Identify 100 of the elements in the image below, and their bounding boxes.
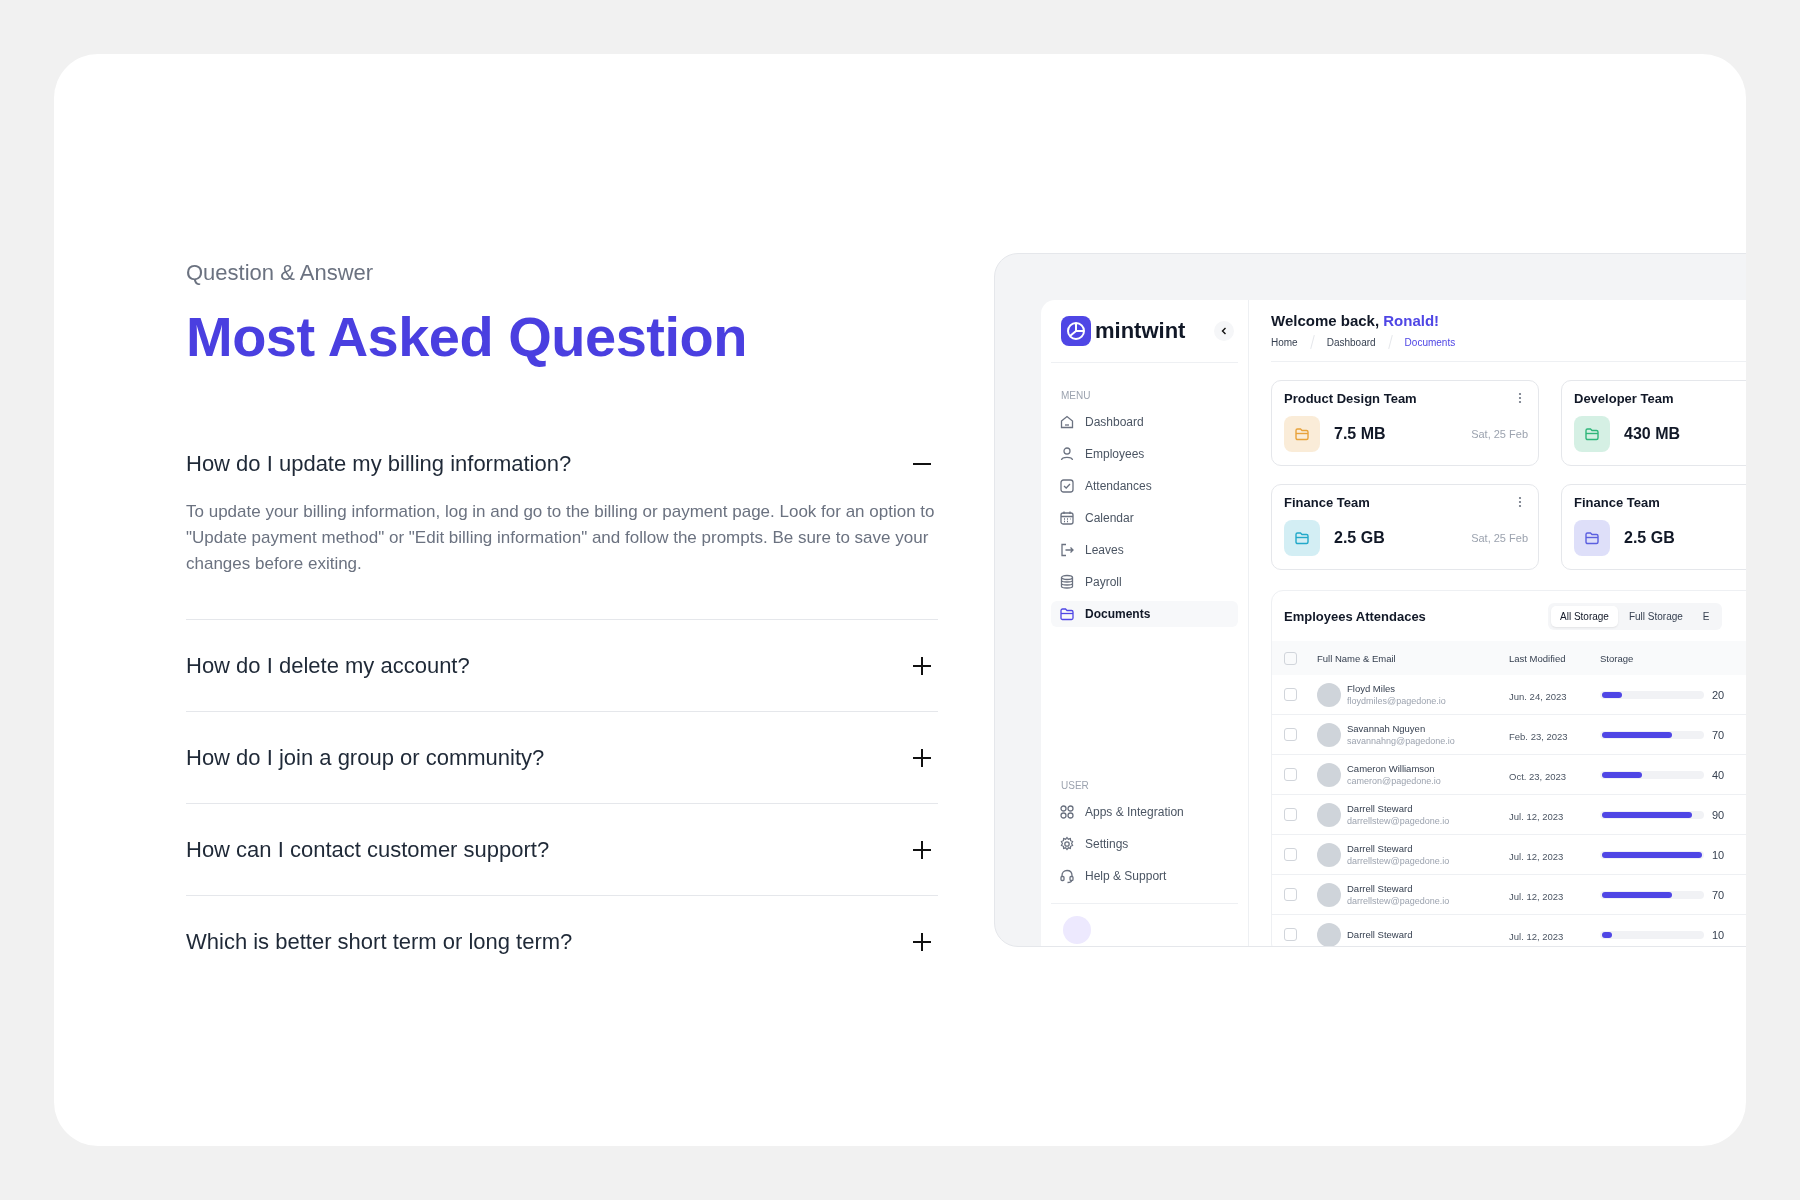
sidebar-item[interactable]: Payroll bbox=[1051, 569, 1238, 595]
row-checkbox[interactable] bbox=[1284, 848, 1297, 861]
plus-icon[interactable] bbox=[912, 656, 932, 676]
file-size: 2.5 GB bbox=[1334, 529, 1386, 547]
sidebar-item[interactable]: Leaves bbox=[1051, 537, 1238, 563]
breadcrumb-link[interactable]: Documents bbox=[1404, 336, 1456, 348]
modified-date: Jul. 12, 2023 bbox=[1509, 890, 1564, 902]
sidebar-item[interactable]: Apps & Integration bbox=[1051, 799, 1238, 825]
sidebar-item[interactable]: Employees bbox=[1051, 441, 1238, 467]
folder-card[interactable]: Finance Team 2.5 GB bbox=[1561, 484, 1746, 570]
employee-email: darrellstew@pagedone.io bbox=[1347, 816, 1450, 826]
file-size: 2.5 GB bbox=[1624, 529, 1676, 547]
storage-percent: 20 bbox=[1712, 688, 1725, 701]
select-all-checkbox[interactable] bbox=[1284, 651, 1297, 665]
breadcrumb-link[interactable]: Home bbox=[1271, 336, 1298, 348]
checkbox-icon bbox=[1059, 478, 1075, 494]
employee-email: cameron@pagedone.io bbox=[1347, 776, 1441, 786]
plus-icon[interactable] bbox=[912, 748, 932, 768]
row-checkbox[interactable] bbox=[1284, 888, 1297, 901]
card-date: Sat, 25 Feb bbox=[1471, 428, 1528, 440]
collapse-button[interactable] bbox=[1214, 321, 1234, 341]
card-date: Sat, 25 Feb bbox=[1471, 532, 1528, 544]
grid-icon bbox=[1059, 804, 1075, 820]
column-header: Last Modified bbox=[1509, 652, 1567, 664]
sidebar-item[interactable]: Help & Support bbox=[1051, 863, 1238, 889]
file-size: 7.5 MB bbox=[1334, 425, 1387, 443]
welcome-heading: Welcome back, Ronald! bbox=[1271, 312, 1441, 329]
faq-question[interactable]: How do I update my billing information? bbox=[186, 451, 572, 477]
avatar-placeholder bbox=[1317, 842, 1341, 867]
storage-percent: 70 bbox=[1712, 888, 1725, 901]
employee-name: Darrell Steward bbox=[1347, 843, 1414, 854]
storage-percent: 90 bbox=[1712, 808, 1725, 821]
storage-percent: 10 bbox=[1712, 848, 1725, 861]
employee-name: Floyd Miles bbox=[1347, 683, 1397, 694]
row-checkbox[interactable] bbox=[1284, 808, 1297, 821]
avatar-placeholder bbox=[1317, 882, 1341, 907]
modified-date: Feb. 23, 2023 bbox=[1509, 730, 1568, 742]
exit-arrow-icon bbox=[1059, 542, 1075, 558]
plus-icon[interactable] bbox=[912, 840, 932, 860]
modified-date: Jul. 12, 2023 bbox=[1509, 930, 1564, 942]
filter-tab[interactable]: E bbox=[1693, 605, 1719, 627]
filter-tab[interactable]: All Storage bbox=[1551, 605, 1618, 627]
file-size: 430 MB bbox=[1624, 425, 1682, 443]
home-icon bbox=[1059, 414, 1075, 430]
faq-question[interactable]: How do I delete my account? bbox=[186, 653, 470, 679]
folder-card[interactable]: Product Design Team 7.5 MB Sat, 25 Feb bbox=[1271, 380, 1539, 466]
avatar-placeholder bbox=[1317, 722, 1341, 747]
row-checkbox[interactable] bbox=[1284, 688, 1297, 701]
employee-email: savannahng@pagedone.io bbox=[1347, 736, 1455, 746]
modified-date: Jun. 24, 2023 bbox=[1509, 690, 1567, 702]
breadcrumb-link[interactable]: Dashboard bbox=[1326, 336, 1376, 348]
more-icon[interactable] bbox=[1518, 392, 1522, 404]
calendar-icon bbox=[1059, 510, 1075, 526]
folder-card[interactable]: Finance Team 2.5 GB Sat, 25 Feb bbox=[1271, 484, 1539, 570]
employee-email: darrellstew@pagedone.io bbox=[1347, 896, 1450, 906]
modified-date: Jul. 12, 2023 bbox=[1509, 810, 1564, 822]
column-header: Full Name & Email bbox=[1317, 652, 1397, 664]
faq-question[interactable]: Which is better short term or long term? bbox=[186, 929, 573, 955]
card-title: Product Design Team bbox=[1284, 391, 1418, 406]
sidebar-item[interactable]: Settings bbox=[1051, 831, 1238, 857]
employee-name: Darrell Steward bbox=[1347, 803, 1414, 814]
sidebar-item[interactable]: Dashboard bbox=[1051, 409, 1238, 435]
card-title: Finance Team bbox=[1284, 495, 1371, 510]
more-icon[interactable] bbox=[1518, 496, 1522, 508]
avatar-placeholder bbox=[1317, 802, 1341, 827]
faq-question[interactable]: How do I join a group or community? bbox=[186, 745, 545, 771]
employee-name: Savannah Nguyen bbox=[1347, 723, 1427, 734]
sidebar-item[interactable]: Calendar bbox=[1051, 505, 1238, 531]
table-title: Employees Attendaces bbox=[1284, 608, 1427, 624]
faq-question[interactable]: How can I contact customer support? bbox=[186, 837, 550, 863]
avatar-placeholder bbox=[1317, 762, 1341, 787]
database-icon bbox=[1059, 574, 1075, 590]
employee-name: Darrell Steward bbox=[1347, 929, 1413, 940]
card-title: Finance Team bbox=[1574, 495, 1661, 510]
card-title: Developer Team bbox=[1574, 391, 1675, 406]
faq-answer: To update your billing information, log in and go to the billing or payment page. Look for an option to "Update payment method" or "Edit billing information" and follow the prompts. Be sure to save your changes before exiting. bbox=[186, 501, 936, 575]
employee-email: darrellstew@pagedone.io bbox=[1347, 856, 1450, 866]
section-label: MENU bbox=[1060, 390, 1091, 401]
modified-date: Oct. 23, 2023 bbox=[1509, 770, 1567, 782]
sidebar-item[interactable]: Documents bbox=[1051, 601, 1238, 627]
logo-icon bbox=[1061, 316, 1091, 346]
row-checkbox[interactable] bbox=[1284, 768, 1297, 781]
brand-name: mintwint bbox=[1095, 318, 1187, 344]
modified-date: Jul. 12, 2023 bbox=[1509, 850, 1564, 862]
row-checkbox[interactable] bbox=[1284, 928, 1297, 941]
folder-card[interactable]: Developer Team 430 MB bbox=[1561, 380, 1746, 466]
storage-percent: 10 bbox=[1712, 928, 1725, 941]
row-checkbox[interactable] bbox=[1284, 728, 1297, 741]
sidebar-item[interactable]: Attendances bbox=[1051, 473, 1238, 499]
employee-name: Cameron Williamson bbox=[1347, 763, 1436, 774]
avatar-placeholder bbox=[1317, 922, 1341, 946]
avatar-placeholder bbox=[1317, 682, 1341, 707]
filter-tab[interactable]: Full Storage bbox=[1619, 605, 1692, 627]
chevron-left-icon bbox=[1219, 326, 1229, 336]
employee-name: Darrell Steward bbox=[1347, 883, 1414, 894]
storage-percent: 40 bbox=[1712, 768, 1725, 781]
settings-icon bbox=[1059, 836, 1075, 852]
plus-icon[interactable] bbox=[912, 932, 932, 952]
section-title: Most Asked Question bbox=[186, 304, 748, 369]
section-eyebrow: Question & Answer bbox=[186, 260, 375, 286]
